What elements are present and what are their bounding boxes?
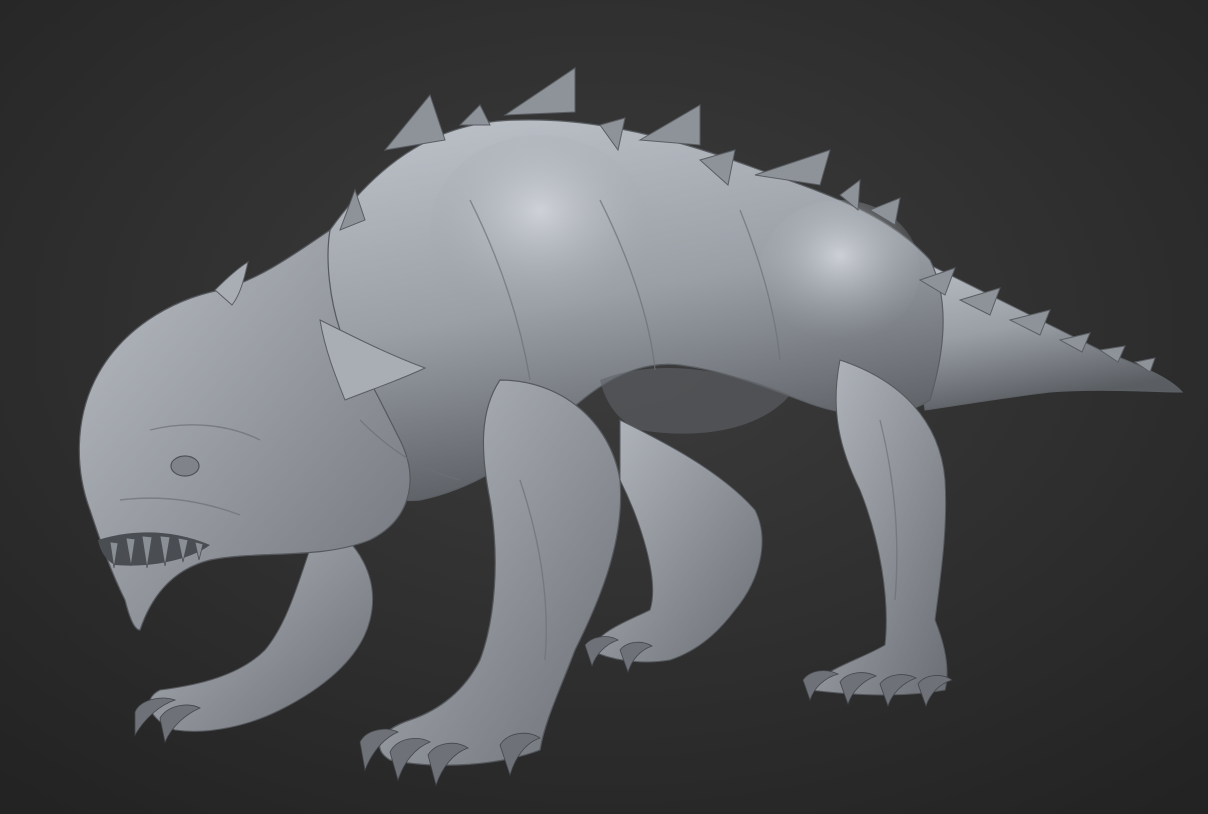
sculpted-creature-model[interactable] (0, 0, 1208, 814)
creature-shoulder-highlight (430, 135, 650, 325)
creature-eye (170, 455, 200, 477)
3d-viewport[interactable] (0, 0, 1208, 814)
